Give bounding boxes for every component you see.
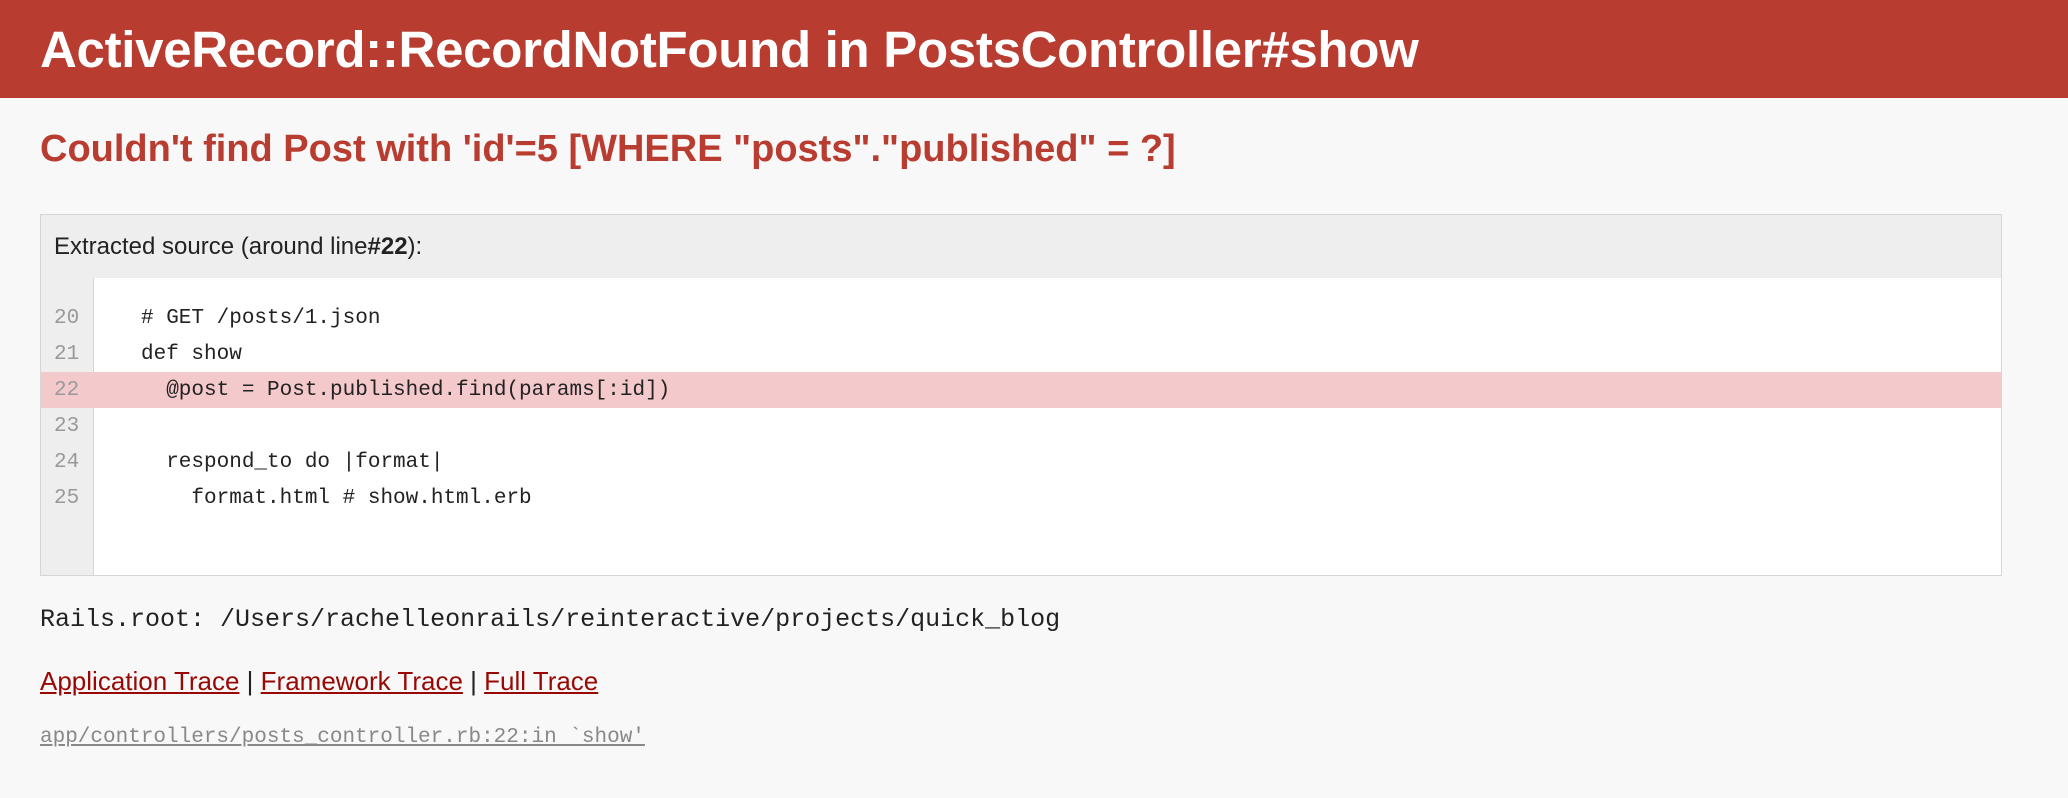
line-number: 24	[54, 450, 80, 474]
source-title-line: #22	[367, 232, 408, 260]
full-trace-link[interactable]: Full Trace	[484, 666, 598, 696]
trace-separator: |	[239, 666, 261, 696]
code-text: respond_to do |format|	[141, 450, 444, 474]
code-text: @post = Post.published.find(params[:id])	[141, 378, 671, 402]
trace-links: Application Trace | Framework Trace | Fu…	[40, 666, 598, 697]
code-line: 20 # GET /posts/1.json	[41, 300, 2001, 336]
code-line: 24 respond_to do |format|	[41, 444, 2001, 480]
line-number: 23	[54, 414, 80, 438]
application-trace-link[interactable]: Application Trace	[40, 666, 239, 696]
line-number: 21	[54, 342, 80, 366]
rails-root: Rails.root: /Users/rachelleonrails/reint…	[40, 605, 1061, 634]
code-text: format.html # show.html.erb	[141, 486, 532, 510]
trace-line-link[interactable]: app/controllers/posts_controller.rb:22:i…	[40, 726, 645, 749]
source-title: Extracted source (around line #22):	[41, 215, 2001, 278]
line-number: 20	[54, 306, 80, 330]
code-line: 23	[41, 408, 2001, 444]
extracted-source-panel: Extracted source (around line #22): 20 # …	[40, 214, 2002, 576]
code-line: 25 format.html # show.html.erb	[41, 480, 2001, 516]
source-title-prefix: Extracted source (around line	[54, 232, 368, 260]
error-header: ActiveRecord::RecordNotFound in PostsCon…	[0, 0, 2068, 98]
source-title-suffix: ):	[407, 232, 423, 260]
error-message: Couldn't find Post with 'id'=5 [WHERE "p…	[40, 128, 1176, 170]
framework-trace-link[interactable]: Framework Trace	[261, 666, 463, 696]
code-text: # GET /posts/1.json	[141, 306, 381, 330]
code-text: def show	[141, 342, 242, 366]
line-number: 22	[54, 378, 80, 402]
code-lines: 20 # GET /posts/1.json 21 def show 22 @post …	[41, 300, 2001, 516]
trace-separator: |	[462, 666, 485, 696]
line-number: 25	[54, 486, 80, 510]
code-line: 21 def show	[41, 336, 2001, 372]
page-title: ActiveRecord::RecordNotFound in PostsCon…	[40, 20, 1419, 78]
code-line-highlighted: 22 @post = Post.published.find(params[:i…	[41, 372, 2001, 408]
code-area: 20 # GET /posts/1.json 21 def show 22 @post …	[41, 278, 2001, 575]
